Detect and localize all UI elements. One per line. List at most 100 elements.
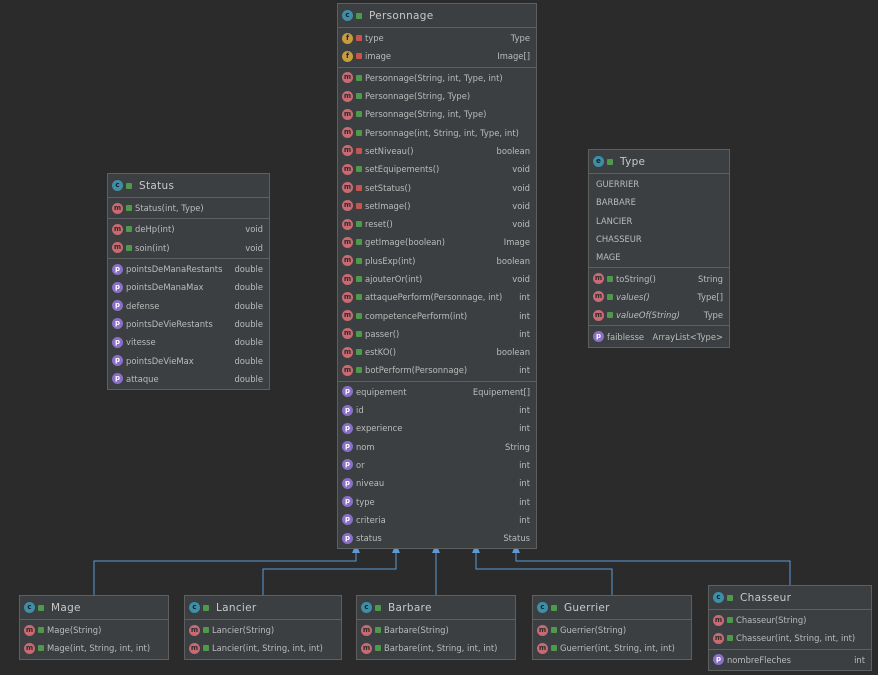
method-row[interactable]: m reset() void	[338, 215, 536, 233]
property-row[interactable]: p pointsDeVieRestants double	[108, 315, 269, 333]
property-row[interactable]: p id int	[338, 401, 536, 419]
method-row[interactable]: m setEquipements() void	[338, 160, 536, 178]
enum-constant[interactable]: CHASSEUR	[589, 230, 729, 248]
method-name: reset()	[365, 219, 393, 230]
method-type: int	[519, 328, 530, 339]
property-row[interactable]: p faiblesse ArrayList<Type>	[589, 327, 729, 345]
method-icon: m	[189, 642, 200, 654]
property-row[interactable]: p pointsDeManaMax double	[108, 278, 269, 296]
method-icon: m	[342, 127, 353, 139]
method-row[interactable]: m deHp(int) void	[108, 220, 269, 238]
enum-constant[interactable]: BARBARE	[589, 193, 729, 211]
class-barbare[interactable]: c Barbare m Barbare(String) m Barbare(int,…	[356, 595, 516, 660]
public-visibility-icon	[356, 93, 362, 100]
class-name: Barbare	[388, 601, 432, 614]
public-visibility-icon	[38, 604, 44, 611]
property-name: pointsDeVieMax	[126, 355, 194, 366]
method-icon: m	[112, 242, 123, 254]
class-guerrier[interactable]: c Guerrier m Guerrier(String) m Guerrier(i…	[532, 595, 692, 660]
public-visibility-icon	[356, 312, 362, 319]
property-row[interactable]: p pointsDeVieMax double	[108, 351, 269, 369]
method-row[interactable]: m Personnage(String, int, Type, int)	[338, 69, 536, 87]
method-name: getImage(boolean)	[365, 237, 446, 248]
method-row[interactable]: m Chasseur(String)	[709, 611, 871, 629]
method-row[interactable]: m Personnage(String, Type)	[338, 87, 536, 105]
method-icon: m	[342, 291, 353, 303]
method-row[interactable]: m estKO() boolean	[338, 343, 536, 361]
enum-type[interactable]: e Type GUERRIER BARBARE LANCIER CHASSEUR…	[588, 149, 730, 348]
method-type: void	[512, 182, 530, 193]
property-row[interactable]: p vitesse double	[108, 333, 269, 351]
method-icon: m	[342, 310, 353, 322]
property-row[interactable]: p attaque double	[108, 370, 269, 388]
property-row[interactable]: p experience int	[338, 419, 536, 437]
method-icon: m	[24, 642, 35, 654]
method-row[interactable]: m Mage(int, String, int, int)	[20, 639, 168, 657]
property-name: pointsDeVieRestants	[126, 318, 213, 329]
method-row[interactable]: m Guerrier(String)	[533, 621, 691, 639]
method-row[interactable]: m Personnage(int, String, int, Type, int)	[338, 123, 536, 141]
property-name: id	[356, 405, 364, 416]
method-row[interactable]: m getImage(boolean) Image	[338, 233, 536, 251]
method-name: Mage(String)	[47, 625, 102, 636]
method-row[interactable]: m Barbare(int, String, int, int)	[357, 639, 515, 657]
method-row[interactable]: m Chasseur(int, String, int, int)	[709, 629, 871, 647]
class-personnage[interactable]: c Personnage f type Type f image Image[] m Pe…	[337, 3, 537, 550]
method-row[interactable]: m ajouterOr(int) void	[338, 270, 536, 288]
class-lancier[interactable]: c Lancier m Lancier(String) m Lancier(int,…	[184, 595, 342, 660]
method-row[interactable]: m Status(int, Type)	[108, 199, 269, 217]
method-row[interactable]: m setStatus() void	[338, 178, 536, 196]
method-row[interactable]: m attaquePerform(Personnage, int) int	[338, 288, 536, 306]
class-mage[interactable]: c Mage m Mage(String) m Mage(int, String, …	[19, 595, 169, 660]
fields-section: f type Type f image Image[]	[338, 28, 536, 68]
property-row[interactable]: p defense double	[108, 296, 269, 314]
method-icon: m	[593, 273, 604, 285]
field-icon: f	[342, 32, 353, 44]
method-row[interactable]: m valueOf(String) Type	[589, 306, 729, 324]
property-row[interactable]: p or int	[338, 456, 536, 474]
class-icon: c	[537, 602, 548, 613]
enum-constant[interactable]: MAGE	[589, 248, 729, 266]
enum-constant[interactable]: GUERRIER	[589, 175, 729, 193]
property-type: double	[234, 282, 263, 293]
properties-section: p equipement Equipement[] p id int p experien…	[338, 382, 536, 549]
field-row[interactable]: f image Image[]	[338, 47, 536, 65]
method-row[interactable]: m competencePerform(int) int	[338, 306, 536, 324]
method-row[interactable]: m setNiveau() boolean	[338, 142, 536, 160]
method-row[interactable]: m values() Type[]	[589, 288, 729, 306]
property-row[interactable]: p nom String	[338, 438, 536, 456]
property-row[interactable]: p niveau int	[338, 474, 536, 492]
property-type: int	[854, 654, 865, 665]
method-name: setStatus()	[365, 182, 412, 193]
field-icon: f	[342, 50, 353, 62]
enum-constant[interactable]: LANCIER	[589, 212, 729, 230]
method-row[interactable]: m Barbare(String)	[357, 621, 515, 639]
method-row[interactable]: m Personnage(String, int, Type)	[338, 105, 536, 123]
method-row[interactable]: m passer() int	[338, 325, 536, 343]
method-row[interactable]: m setImage() void	[338, 197, 536, 215]
property-icon: p	[112, 263, 123, 275]
method-row[interactable]: m Lancier(int, String, int, int)	[185, 639, 341, 657]
method-row[interactable]: m toString() String	[589, 269, 729, 287]
class-status[interactable]: c Status m Status(int, Type) m deHp(int) vo…	[107, 173, 270, 390]
method-name: competencePerform(int)	[365, 310, 468, 321]
property-row[interactable]: p nombreFleches int	[709, 651, 871, 669]
private-visibility-icon	[356, 147, 362, 154]
method-row[interactable]: m Mage(String)	[20, 621, 168, 639]
method-row[interactable]: m botPerform(Personnage) int	[338, 361, 536, 379]
method-row[interactable]: m Lancier(String)	[185, 621, 341, 639]
method-row[interactable]: m Guerrier(int, String, int, int)	[533, 639, 691, 657]
method-row[interactable]: m plusExp(int) boolean	[338, 252, 536, 270]
property-row[interactable]: p equipement Equipement[]	[338, 383, 536, 401]
property-row[interactable]: p status Status	[338, 529, 536, 547]
method-row[interactable]: m soin(int) void	[108, 239, 269, 257]
property-row[interactable]: p pointsDeManaRestants double	[108, 260, 269, 278]
field-row[interactable]: f type Type	[338, 29, 536, 47]
property-row[interactable]: p type int	[338, 492, 536, 510]
property-row[interactable]: p criteria int	[338, 511, 536, 529]
edge-chasseur-personnage	[515, 552, 791, 585]
property-icon: p	[112, 281, 123, 293]
class-chasseur[interactable]: c Chasseur m Chasseur(String) m Chasseur(i…	[708, 585, 872, 671]
property-icon: p	[342, 477, 353, 489]
enum-icon: e	[593, 156, 604, 167]
